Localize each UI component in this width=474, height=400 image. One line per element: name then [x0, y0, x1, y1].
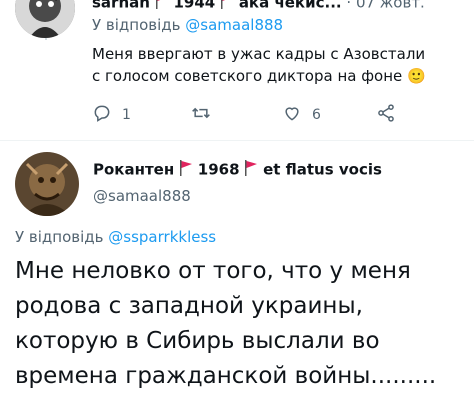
- main-tweet-text: Мне неловко от того, что у меня родова с…: [15, 254, 436, 394]
- author-handle[interactable]: @samaal888: [93, 187, 191, 205]
- retweet-icon: [190, 103, 212, 127]
- avatar[interactable]: [15, 0, 75, 38]
- reply-prefix: У відповідь: [92, 16, 181, 34]
- tweet-text-line: Меня ввергают в ужас кадры с Азовстали: [92, 45, 426, 63]
- tweet-date[interactable]: 07 жовт.: [356, 0, 425, 12]
- reply-tweet-text: Меня ввергают в ужас кадры с Азовстали с…: [92, 43, 426, 87]
- tweet-text-line: Мне неловко от того, что у меня: [15, 258, 411, 284]
- flag-icon: [244, 160, 258, 180]
- share-button[interactable]: [376, 103, 396, 127]
- like-button[interactable]: 6: [282, 103, 321, 127]
- author-name-part1: Рокантен: [93, 160, 175, 179]
- author-name-part2: 1944: [173, 0, 216, 12]
- reply-prefix: У відповідь: [15, 228, 104, 246]
- reply-context: У відповідь @samaal888: [92, 16, 283, 34]
- flag-icon: [220, 0, 234, 13]
- reply-to-link[interactable]: @ssparrkkless: [108, 228, 216, 246]
- tweet-divider: [0, 140, 474, 141]
- author-name-part2: 1968: [197, 160, 240, 179]
- tweet-text-line: которую в Сибирь выслали во: [15, 328, 380, 354]
- flag-icon: [179, 160, 193, 180]
- reply-author-name[interactable]: sarnan 1944 ака чекис... · 07 жовт.: [92, 0, 425, 13]
- tweet-text-line: родова с западной украины,: [15, 293, 363, 319]
- author-name-part1: sarnan: [92, 0, 150, 12]
- share-icon: [376, 103, 396, 127]
- like-icon: [282, 103, 302, 127]
- author-name-part3: et flatus vocis: [263, 160, 382, 179]
- main-reply-context: У відповідь @ssparrkkless: [15, 228, 216, 246]
- flag-icon: [155, 0, 169, 13]
- author-name-part3: ака чекис...: [238, 0, 342, 12]
- tweet-text-line: с голосом советского диктора на фоне: [92, 67, 403, 85]
- emoji: 🙂: [407, 67, 426, 85]
- reply-to-link[interactable]: @samaal888: [185, 16, 283, 34]
- reply-count: 1: [122, 107, 131, 123]
- reply-button[interactable]: 1: [92, 103, 131, 127]
- retweet-button[interactable]: [190, 103, 222, 127]
- reply-icon: [92, 103, 112, 127]
- like-count: 6: [312, 107, 321, 123]
- avatar[interactable]: [15, 152, 79, 216]
- tweet-text-line: времена гражданской войны.........: [15, 363, 437, 389]
- main-author-name[interactable]: Рокантен 1968 et flatus vocis: [93, 160, 382, 180]
